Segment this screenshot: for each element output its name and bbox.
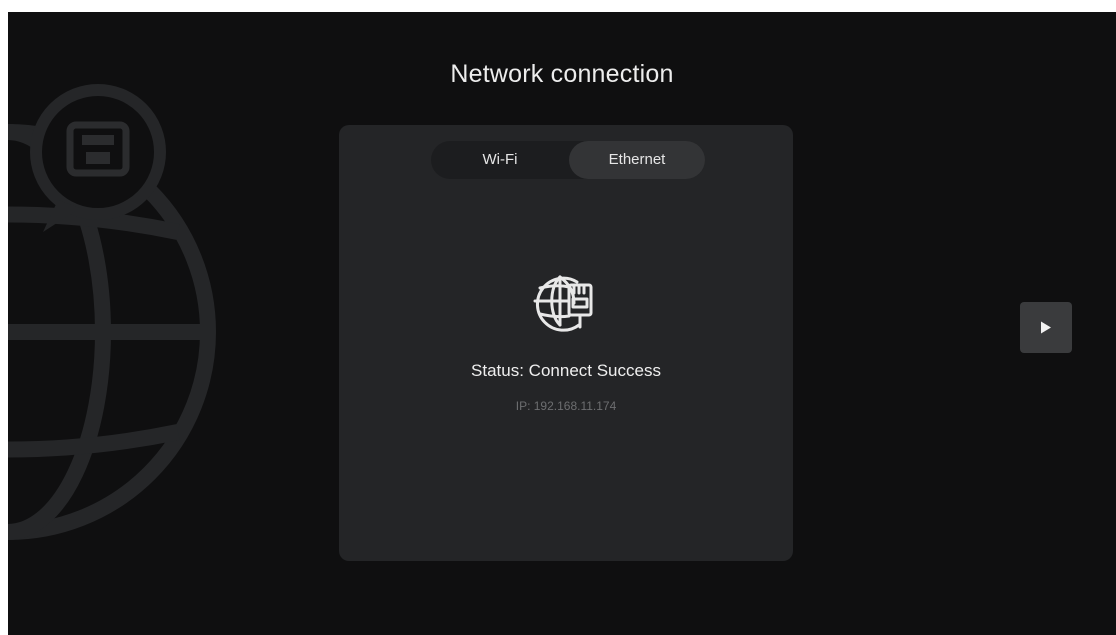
- network-connection-screen: Network connection Wi-Fi Ethernet Status…: [8, 12, 1116, 635]
- connection-panel: Wi-Fi Ethernet Status: Connect Success I…: [339, 125, 793, 561]
- tab-ethernet[interactable]: Ethernet: [569, 141, 705, 179]
- ip-address: IP: 192.168.11.174: [515, 399, 617, 413]
- connection-status: Status: Connect Success: [471, 361, 661, 380]
- globe-ethernet-icon: [533, 275, 593, 332]
- page-title: Network connection: [450, 60, 674, 88]
- play-arrow-icon: [1041, 321, 1051, 334]
- tab-wifi[interactable]: Wi-Fi: [431, 141, 569, 179]
- next-button[interactable]: [1020, 302, 1072, 353]
- globe-ethernet-background: [8, 84, 216, 540]
- connection-type-tabs: Wi-Fi Ethernet: [431, 141, 705, 179]
